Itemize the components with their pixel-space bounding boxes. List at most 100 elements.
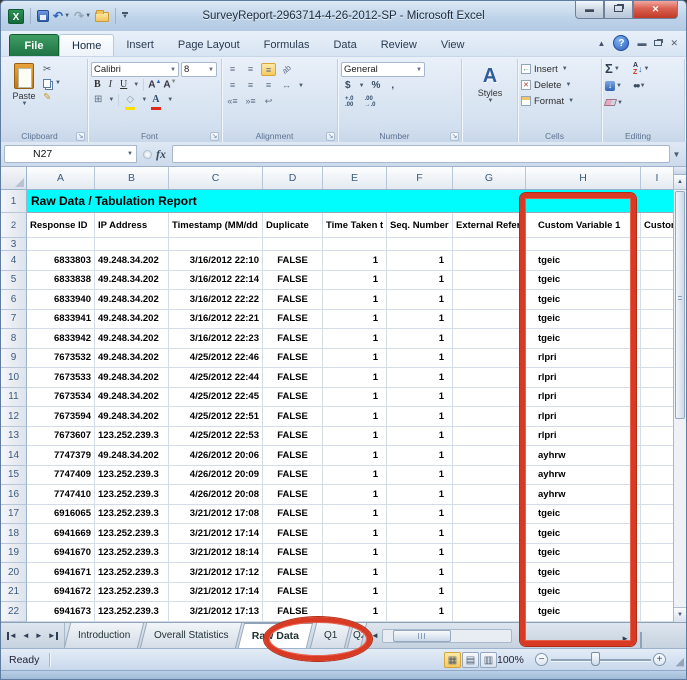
cell[interactable]: [641, 271, 673, 291]
cell[interactable]: [641, 544, 673, 564]
alignment-dialog-launcher[interactable]: ↘: [326, 132, 335, 141]
column-header-i[interactable]: I: [641, 167, 673, 189]
tab-data[interactable]: Data: [321, 34, 368, 56]
cell[interactable]: 7673607: [27, 427, 95, 447]
cell[interactable]: 123.252.239.3: [95, 505, 169, 525]
cell[interactable]: 49.248.34.202: [95, 290, 169, 310]
cell[interactable]: [263, 238, 323, 251]
paste-button[interactable]: Paste ▼: [5, 61, 43, 128]
cell[interactable]: 49.248.34.202: [95, 446, 169, 466]
row-number[interactable]: 18: [1, 524, 27, 544]
cell[interactable]: 123.252.239.3: [95, 563, 169, 583]
excel-logo-icon[interactable]: X: [8, 9, 24, 24]
help-icon[interactable]: ?: [613, 35, 629, 51]
cell[interactable]: 49.248.34.202: [95, 407, 169, 427]
cell[interactable]: FALSE: [263, 388, 323, 408]
cell[interactable]: tgeic: [526, 271, 641, 291]
cell[interactable]: 1: [387, 310, 453, 330]
tab-formulas[interactable]: Formulas: [252, 34, 322, 56]
comma-style-button[interactable]: ,: [387, 80, 398, 91]
sheet-tab-overall-statistics[interactable]: Overall Statistics: [140, 623, 243, 648]
cell[interactable]: 6833941: [27, 310, 95, 330]
cell[interactable]: 1: [387, 446, 453, 466]
scroll-right-icon[interactable]: ►: [618, 634, 632, 643]
page-layout-view-button[interactable]: ▤: [462, 652, 479, 668]
cell[interactable]: [453, 329, 526, 349]
cell[interactable]: [526, 238, 641, 251]
tab-home[interactable]: Home: [59, 34, 114, 56]
cell[interactable]: [453, 310, 526, 330]
align-center-button[interactable]: ≡: [243, 79, 258, 92]
cell[interactable]: 7673532: [27, 349, 95, 369]
cell[interactable]: 1: [387, 485, 453, 505]
insert-function-button[interactable]: fx: [156, 147, 166, 162]
cell[interactable]: tgeic: [526, 251, 641, 271]
cell[interactable]: [641, 238, 673, 251]
cell[interactable]: [641, 485, 673, 505]
row-number[interactable]: 19: [1, 544, 27, 564]
cut-button[interactable]: ✂: [43, 64, 61, 75]
cell[interactable]: 4/26/2012 20:06: [169, 446, 263, 466]
resize-grip[interactable]: ◢: [676, 655, 684, 668]
cell[interactable]: [453, 290, 526, 310]
cell[interactable]: 49.248.34.202: [95, 251, 169, 271]
cell[interactable]: 6941672: [27, 583, 95, 603]
cell[interactable]: 6833838: [27, 271, 95, 291]
horizontal-scroll-thumb[interactable]: [393, 630, 451, 642]
cell[interactable]: [453, 485, 526, 505]
workbook-minimize-button[interactable]: ▬: [637, 38, 646, 48]
cell[interactable]: [387, 238, 453, 251]
restore-button[interactable]: [604, 1, 633, 19]
cell[interactable]: FALSE: [263, 602, 323, 622]
minimize-ribbon-icon[interactable]: ▲: [598, 39, 606, 48]
cell[interactable]: 7673594: [27, 407, 95, 427]
cell[interactable]: tgeic: [526, 310, 641, 330]
cell[interactable]: tgeic: [526, 563, 641, 583]
cell[interactable]: 3/16/2012 22:14: [169, 271, 263, 291]
column-header-e[interactable]: E: [323, 167, 387, 189]
fill-button[interactable]: ↓▼: [605, 78, 623, 93]
cell[interactable]: 3/21/2012 17:08: [169, 505, 263, 525]
font-name-combo[interactable]: Calibri▼: [91, 62, 179, 77]
cell[interactable]: 3/21/2012 17:12: [169, 563, 263, 583]
cell[interactable]: 1: [387, 505, 453, 525]
cell[interactable]: 7673533: [27, 368, 95, 388]
cell[interactable]: 3/21/2012 18:14: [169, 544, 263, 564]
cell[interactable]: 4/25/2012 22:51: [169, 407, 263, 427]
row-number[interactable]: 15: [1, 466, 27, 486]
cell[interactable]: 6833942: [27, 329, 95, 349]
cell[interactable]: [641, 446, 673, 466]
workbook-restore-button[interactable]: [654, 40, 662, 46]
last-sheet-button[interactable]: ►: [48, 631, 58, 640]
cell[interactable]: FALSE: [263, 563, 323, 583]
cell[interactable]: FALSE: [263, 505, 323, 525]
cell[interactable]: FALSE: [263, 251, 323, 271]
cell[interactable]: FALSE: [263, 427, 323, 447]
column-header-a[interactable]: A: [27, 167, 95, 189]
cell[interactable]: rlpri: [526, 407, 641, 427]
italic-button[interactable]: I: [106, 78, 115, 92]
sheet-tab-introduction[interactable]: Introduction: [64, 623, 144, 648]
cell[interactable]: [641, 407, 673, 427]
cell[interactable]: 1: [323, 602, 387, 622]
cell[interactable]: 49.248.34.202: [95, 329, 169, 349]
row-number[interactable]: 8: [1, 329, 27, 349]
cell[interactable]: Seq. Number: [387, 213, 453, 238]
cell[interactable]: [27, 238, 95, 251]
cell[interactable]: Custom V: [641, 213, 673, 238]
cell[interactable]: [95, 238, 169, 251]
next-sheet-button[interactable]: ►: [35, 631, 43, 640]
row-number[interactable]: 17: [1, 505, 27, 525]
column-header-d[interactable]: D: [263, 167, 323, 189]
cell[interactable]: tgeic: [526, 505, 641, 525]
cell[interactable]: [641, 563, 673, 583]
row-number[interactable]: 12: [1, 407, 27, 427]
cell[interactable]: rlpri: [526, 427, 641, 447]
cell[interactable]: 1: [323, 563, 387, 583]
row-number[interactable]: 4: [1, 251, 27, 271]
cell[interactable]: [641, 349, 673, 369]
sort-filter-button[interactable]: AZ↓▼: [633, 61, 650, 76]
row-number[interactable]: 5: [1, 271, 27, 291]
cell[interactable]: [641, 251, 673, 271]
cell[interactable]: FALSE: [263, 407, 323, 427]
